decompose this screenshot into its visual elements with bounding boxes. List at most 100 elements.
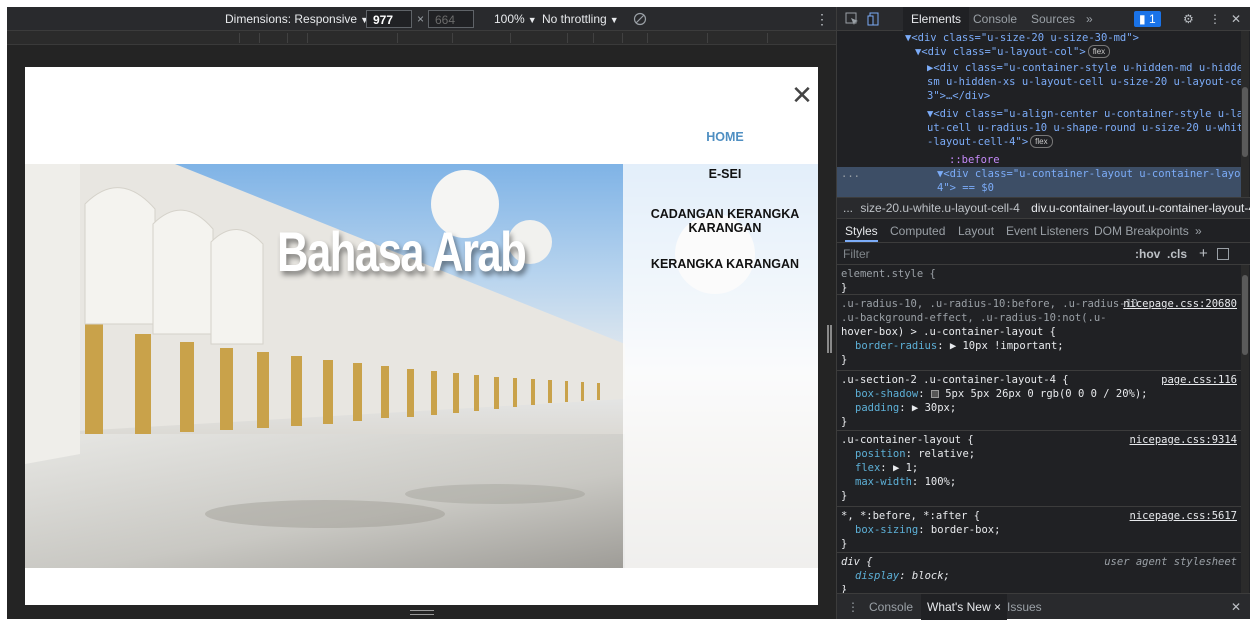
style-rule[interactable]: nicepage.css:20680 .u-radius-10, .u-radi… — [837, 295, 1241, 371]
tree-node-text: ▼<div class="u-container-layout u-contai… — [937, 168, 1241, 180]
tree-node: 3">…</div> — [927, 90, 991, 102]
tab-layout[interactable]: Layout — [958, 219, 994, 243]
drawer-tab-whats-new[interactable]: What's New × — [921, 594, 1007, 620]
ruler-tick — [647, 33, 648, 43]
selected-tree-node[interactable]: ▼<div class="u-container-layout u-contai… — [837, 167, 1241, 197]
more-options-icon[interactable]: ⋮ — [815, 7, 829, 31]
styles-scrollbar[interactable] — [1241, 265, 1249, 593]
property-value: relative; — [918, 448, 976, 460]
styles-filter-bar: Filter :hov .cls + — [837, 243, 1250, 265]
ruler-tick — [307, 33, 308, 43]
css-property[interactable]: flex: ▶ 1; — [841, 461, 1237, 475]
close-menu-icon[interactable]: ✕ — [790, 82, 814, 108]
property-value: block; — [911, 570, 950, 582]
rule-selector: element.style { — [841, 268, 936, 280]
css-property[interactable]: border-radius: ▶ 10px !important; — [841, 339, 1237, 353]
breadcrumb-item[interactable]: size-20.u-white.u-layout-cell-4 — [860, 201, 1019, 215]
tab-elements[interactable]: Elements — [903, 7, 970, 31]
css-property[interactable]: padding: ▶ 30px; — [841, 401, 1237, 415]
pseudo-element[interactable]: ::before — [949, 153, 1000, 167]
tree-ellipsis[interactable]: ... — [841, 167, 860, 181]
nav-item-kerangka-karangan[interactable]: KERANGKA KARANGAN — [635, 257, 815, 271]
close-drawer-icon[interactable]: ✕ — [1231, 594, 1241, 620]
cls-toggle[interactable]: .cls — [1167, 243, 1187, 265]
property-value: border-box; — [930, 524, 1001, 536]
css-property[interactable]: max-width: 100%; — [841, 475, 1237, 489]
tree-node[interactable]: ▼<div class="u-align-center u-container-… — [927, 107, 1241, 121]
rule-source-link[interactable]: nicepage.css:9314 — [1130, 433, 1237, 447]
property-name: max-width — [855, 476, 912, 488]
filter-input[interactable]: Filter — [843, 243, 870, 265]
hero-title: Bahasa Arab — [277, 220, 527, 283]
chevron-down-icon: ▼ — [609, 15, 619, 25]
tab-dom-breakpoints[interactable]: DOM Breakpoints — [1094, 219, 1189, 243]
tab-styles[interactable]: Styles — [845, 219, 878, 242]
bottom-resize-grip[interactable] — [410, 610, 434, 615]
breadcrumb-item-selected[interactable]: div.u-container-layout.u-container-layou… — [1031, 201, 1250, 215]
breadcrumb-ellipsis[interactable]: ... — [843, 201, 853, 215]
ruler-tick — [622, 33, 623, 43]
drawer-menu-icon[interactable]: ⋮ — [847, 594, 859, 620]
style-rule[interactable]: nicepage.css:5617 *, *:before, *:after {… — [837, 507, 1241, 553]
property-name: box-sizing — [855, 524, 919, 536]
height-input[interactable]: 664 — [428, 10, 474, 28]
drawer-tab-issues[interactable]: Issues — [1007, 594, 1042, 620]
style-rule[interactable]: page.css:116 .u-section-2 .u-container-l… — [837, 371, 1241, 431]
devtools-tabbar: Elements Console Sources » ▮ 1 ⚙ ⋮ ✕ — [837, 7, 1250, 31]
ruler-tick — [707, 33, 708, 43]
device-toolbar: Dimensions: Responsive ▼ 977 × 664 100% ▼ … — [7, 7, 836, 31]
style-rule[interactable]: element.style { } — [837, 265, 1241, 295]
issues-badge[interactable]: ▮ 1 — [1134, 11, 1161, 27]
more-options-icon[interactable]: ⋮ — [1209, 7, 1221, 31]
new-style-rule-icon[interactable]: + — [1199, 243, 1208, 265]
tab-sources[interactable]: Sources — [1031, 7, 1075, 31]
toggle-sidebar-icon[interactable] — [1217, 248, 1229, 260]
property-name: border-radius — [855, 340, 938, 352]
nav-item-e-sei[interactable]: E-SEI — [635, 167, 815, 181]
dimensions-dropdown[interactable]: Dimensions: Responsive ▼ — [225, 7, 369, 31]
flex-badge[interactable]: flex — [1087, 45, 1111, 58]
zoom-dropdown[interactable]: 100% ▼ — [494, 7, 537, 31]
flex-badge[interactable]: flex — [1030, 135, 1053, 148]
style-rule[interactable]: nicepage.css:9314 .u-container-layout { … — [837, 431, 1241, 507]
rule-close: } — [841, 538, 848, 550]
elements-scrollbar[interactable] — [1241, 31, 1249, 197]
shadow-editor-icon[interactable] — [930, 390, 939, 398]
tree-node[interactable]: ▶<div class="u-container-style u-hidden-… — [927, 61, 1241, 75]
tab-event-listeners[interactable]: Event Listeners — [1006, 219, 1089, 243]
tree-node[interactable]: ▼<div class="u-size-20 u-size-30-md"> — [905, 31, 1139, 45]
ruler-tick — [259, 33, 260, 43]
rotate-icon[interactable] — [633, 7, 647, 31]
zoom-label: 100% — [494, 12, 525, 26]
tab-computed[interactable]: Computed — [890, 219, 945, 243]
throttling-dropdown[interactable]: No throttling ▼ — [542, 7, 619, 31]
drawer-tab-console[interactable]: Console — [869, 594, 913, 620]
ruler-tick — [593, 33, 594, 43]
style-rule[interactable]: user agent stylesheet div { display: blo… — [837, 553, 1241, 593]
tab-more[interactable]: » — [1195, 219, 1202, 243]
ruler-tick — [567, 33, 568, 43]
rule-close: } — [841, 354, 848, 366]
property-name: padding — [855, 402, 900, 414]
hov-toggle[interactable]: :hov — [1135, 243, 1160, 265]
width-input[interactable]: 977 — [366, 10, 412, 28]
rule-source-link[interactable]: nicepage.css:20680 — [1123, 297, 1237, 311]
tab-console[interactable]: Console — [973, 7, 1017, 31]
tree-node[interactable]: ▼<div class="u-layout-col"> flex — [915, 45, 1111, 59]
drawer-tabbar: ⋮ Console What's New × Issues ✕ — [837, 593, 1250, 620]
inspect-element-icon[interactable] — [845, 7, 859, 31]
rule-source-link[interactable]: nicepage.css:5617 — [1130, 509, 1237, 523]
property-value: 5px 5px 26px 0 rgb(0 0 0 / 20%); — [945, 388, 1148, 400]
viewport-resize-handle[interactable] — [827, 325, 832, 353]
close-devtools-icon[interactable]: ✕ — [1231, 7, 1241, 31]
nav-item-cadangan-kerangka-karangan[interactable]: CADANGAN KERANGKA KARANGAN — [635, 207, 815, 235]
settings-gear-icon[interactable]: ⚙ — [1183, 7, 1194, 31]
rule-source-link[interactable]: page.css:116 — [1161, 373, 1237, 387]
css-property[interactable]: position: relative; — [841, 447, 1237, 461]
nav-item-home[interactable]: HOME — [635, 130, 815, 144]
device-toggle-icon[interactable] — [867, 7, 881, 31]
tree-node-text: -layout-cell-4"> — [927, 136, 1029, 148]
tab-more[interactable]: » — [1086, 7, 1093, 31]
css-property[interactable]: box-sizing: border-box; — [841, 523, 1237, 537]
css-property[interactable]: box-shadow: 5px 5px 26px 0 rgb(0 0 0 / 2… — [841, 387, 1237, 401]
